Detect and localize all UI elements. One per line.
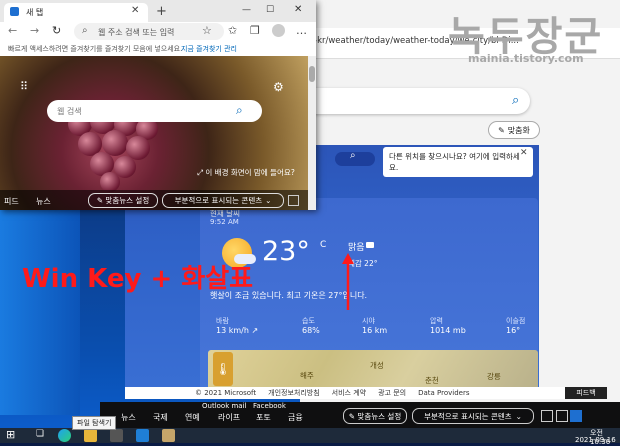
refresh-icon[interactable]: ↻ bbox=[52, 24, 61, 37]
edge-icon[interactable] bbox=[58, 429, 71, 442]
footer-ads-link[interactable]: 광고 문의 bbox=[378, 388, 406, 398]
tab-title: 새 탭 bbox=[26, 8, 44, 17]
pencil-icon: ✎ bbox=[498, 125, 505, 135]
stat-value-humidity: 68% bbox=[302, 326, 320, 335]
favorite-star-icon[interactable]: ☆ bbox=[202, 24, 212, 37]
weather-time: 9:52 AM bbox=[210, 218, 239, 226]
temperature-unit[interactable]: C bbox=[320, 240, 326, 250]
footer-terms-link[interactable]: 서비스 계약 bbox=[332, 388, 366, 398]
stat-label-dewpoint: 이슬점 bbox=[506, 317, 526, 325]
web-search-input[interactable]: 웹 검색 bbox=[57, 106, 82, 117]
map-label: 개성 bbox=[370, 361, 384, 370]
weather-temperature: 23° bbox=[262, 236, 310, 267]
stat-value-pressure: 1014 mb bbox=[430, 326, 466, 335]
content-visibility-dropdown[interactable]: 부분적으로 표시되는 콘텐츠 ⌄ bbox=[162, 193, 284, 208]
news-tab-entertainment[interactable]: 연예 bbox=[185, 412, 200, 423]
task-view-icon[interactable]: ❏ bbox=[36, 429, 49, 442]
back-arrow-icon[interactable]: ← bbox=[8, 24, 17, 37]
tab-favicon-icon bbox=[10, 7, 19, 16]
annotation-arrow bbox=[342, 253, 354, 310]
close-icon[interactable]: ✕ bbox=[131, 5, 139, 16]
paint-icon[interactable] bbox=[162, 429, 175, 442]
news-tab-photo[interactable]: 포토 bbox=[256, 412, 271, 423]
search-icon[interactable]: ⌕ bbox=[512, 93, 519, 108]
mail-icon[interactable] bbox=[136, 429, 149, 442]
customize-label: 맞춤화 bbox=[507, 125, 530, 135]
favorites-hint-text: 빠르게 액세스하려면 즐겨찾기를 즐겨찾기 모음에 넣으세요. bbox=[8, 45, 183, 53]
tile-view-icon[interactable] bbox=[570, 410, 582, 422]
footer-privacy-link[interactable]: 개인정보처리방침 bbox=[268, 388, 320, 398]
collections-icon[interactable]: ❐ bbox=[250, 24, 260, 37]
news-tab-news[interactable]: 뉴스 bbox=[121, 412, 136, 423]
map-label: 해주 bbox=[300, 371, 314, 380]
map-label: 춘천 bbox=[425, 376, 439, 385]
window-close-icon[interactable]: ✕ bbox=[294, 4, 302, 15]
search-icon[interactable]: ⌕ bbox=[236, 103, 243, 118]
weather-search-box[interactable]: ⌕ bbox=[300, 88, 530, 114]
manage-favorites-link[interactable]: 지금 즐겨찾기 관리 bbox=[181, 44, 237, 54]
address-placeholder[interactable]: 웹 주소 검색 또는 입력 bbox=[98, 27, 174, 38]
search-icon[interactable]: ⌕ bbox=[350, 150, 356, 161]
map-label: 강릉 bbox=[487, 372, 501, 381]
outlook-link[interactable]: Outlook mail bbox=[202, 402, 246, 410]
windows-start-icon[interactable]: ⊞ bbox=[6, 428, 19, 441]
news-tab-life[interactable]: 라이프 bbox=[218, 412, 240, 423]
content-visibility-dropdown[interactable]: 부분적으로 표시되는 콘텐츠 ⌄ bbox=[412, 408, 534, 424]
watermark-url: mainia.tistory.com bbox=[468, 52, 584, 65]
stat-label-pressure: 압력 bbox=[430, 317, 443, 325]
news-tab-finance[interactable]: 금융 bbox=[288, 412, 303, 423]
desktop-wallpaper-glow bbox=[0, 200, 80, 415]
content-visibility-label: 부분적으로 표시되는 콘텐츠 bbox=[174, 196, 263, 205]
maximize-icon[interactable]: ☐ bbox=[266, 5, 274, 15]
facebook-link[interactable]: Facebook bbox=[253, 402, 286, 410]
gear-icon[interactable]: ⚙ bbox=[273, 80, 284, 94]
personalize-news-button[interactable]: ✎ 맞춤뉴스 설정 bbox=[343, 408, 407, 424]
annotation-text: Win Key + 화살표 bbox=[22, 264, 254, 294]
search-icon: ⌕ bbox=[82, 25, 88, 36]
more-options-icon[interactable]: … bbox=[296, 24, 307, 37]
chevron-down-icon: ⌄ bbox=[265, 196, 272, 205]
stat-label-wind: 바람 bbox=[216, 317, 229, 325]
weather-footer: © 2021 Microsoft 개인정보처리방침 서비스 계약 광고 문의 D… bbox=[125, 387, 575, 399]
profile-avatar[interactable] bbox=[272, 24, 285, 37]
favorites-list-icon[interactable]: ✩ bbox=[228, 24, 237, 37]
stat-value-visibility: 16 km bbox=[362, 326, 388, 335]
footer-providers-link[interactable]: Data Providers bbox=[418, 389, 469, 397]
apps-grid-icon[interactable]: ⠿ bbox=[20, 80, 29, 93]
new-tab-button[interactable]: + bbox=[156, 4, 167, 19]
stat-value-wind: 13 km/h ↗ bbox=[216, 326, 259, 335]
scrollbar-thumb[interactable] bbox=[309, 66, 315, 82]
chevron-down-icon: ⌄ bbox=[515, 411, 522, 421]
feedback-button[interactable]: 피드백 bbox=[565, 387, 607, 399]
grid-view-icon[interactable] bbox=[288, 195, 299, 206]
flag-icon bbox=[366, 242, 374, 248]
background-info-link[interactable]: ⤢ 이 배경 화면이 맘에 들어요? bbox=[197, 167, 295, 178]
minimize-icon[interactable]: — bbox=[242, 5, 251, 15]
grape-decoration bbox=[100, 172, 120, 192]
stat-label-humidity: 습도 bbox=[302, 317, 315, 325]
location-tip: 다른 위치를 찾으시나요? 여기에 입력하세요. bbox=[383, 147, 533, 177]
close-icon[interactable]: ✕ bbox=[520, 148, 528, 158]
ntp-tab-news[interactable]: 뉴스 bbox=[36, 196, 51, 207]
customize-button[interactable]: ✎ 맞춤화 bbox=[488, 121, 540, 139]
new-tab-browser-window: 새 탭 ✕ + — ☐ ✕ ← → ↻ ⌕ 웹 주소 검색 또는 입력 ☆ ✩ … bbox=[0, 0, 316, 210]
list-view-icon[interactable] bbox=[556, 410, 568, 422]
forward-arrow-icon[interactable]: → bbox=[30, 24, 39, 37]
grid-view-icon[interactable] bbox=[541, 410, 553, 422]
location-tip-text: 다른 위치를 찾으시나요? 여기에 입력하세요. bbox=[389, 152, 520, 172]
store-icon[interactable] bbox=[110, 429, 123, 442]
content-visibility-label: 부분적으로 표시되는 콘텐츠 bbox=[424, 411, 512, 421]
stat-value-dewpoint: 16° bbox=[506, 326, 521, 335]
file-explorer-tooltip: 파일 탐색기 bbox=[72, 416, 117, 430]
ntp-tab-feed[interactable]: 피드 bbox=[4, 196, 19, 207]
footer-copyright: © 2021 Microsoft bbox=[195, 389, 257, 397]
news-tab-world[interactable]: 국제 bbox=[153, 412, 168, 423]
thermometer-icon[interactable]: 🌡 bbox=[213, 352, 233, 386]
file-explorer-icon[interactable] bbox=[84, 429, 97, 442]
personalize-news-button[interactable]: ✎ 맞춤뉴스 설정 bbox=[88, 193, 158, 208]
feedback-label: 피드백 bbox=[576, 389, 596, 397]
stat-label-visibility: 시야 bbox=[362, 317, 375, 325]
